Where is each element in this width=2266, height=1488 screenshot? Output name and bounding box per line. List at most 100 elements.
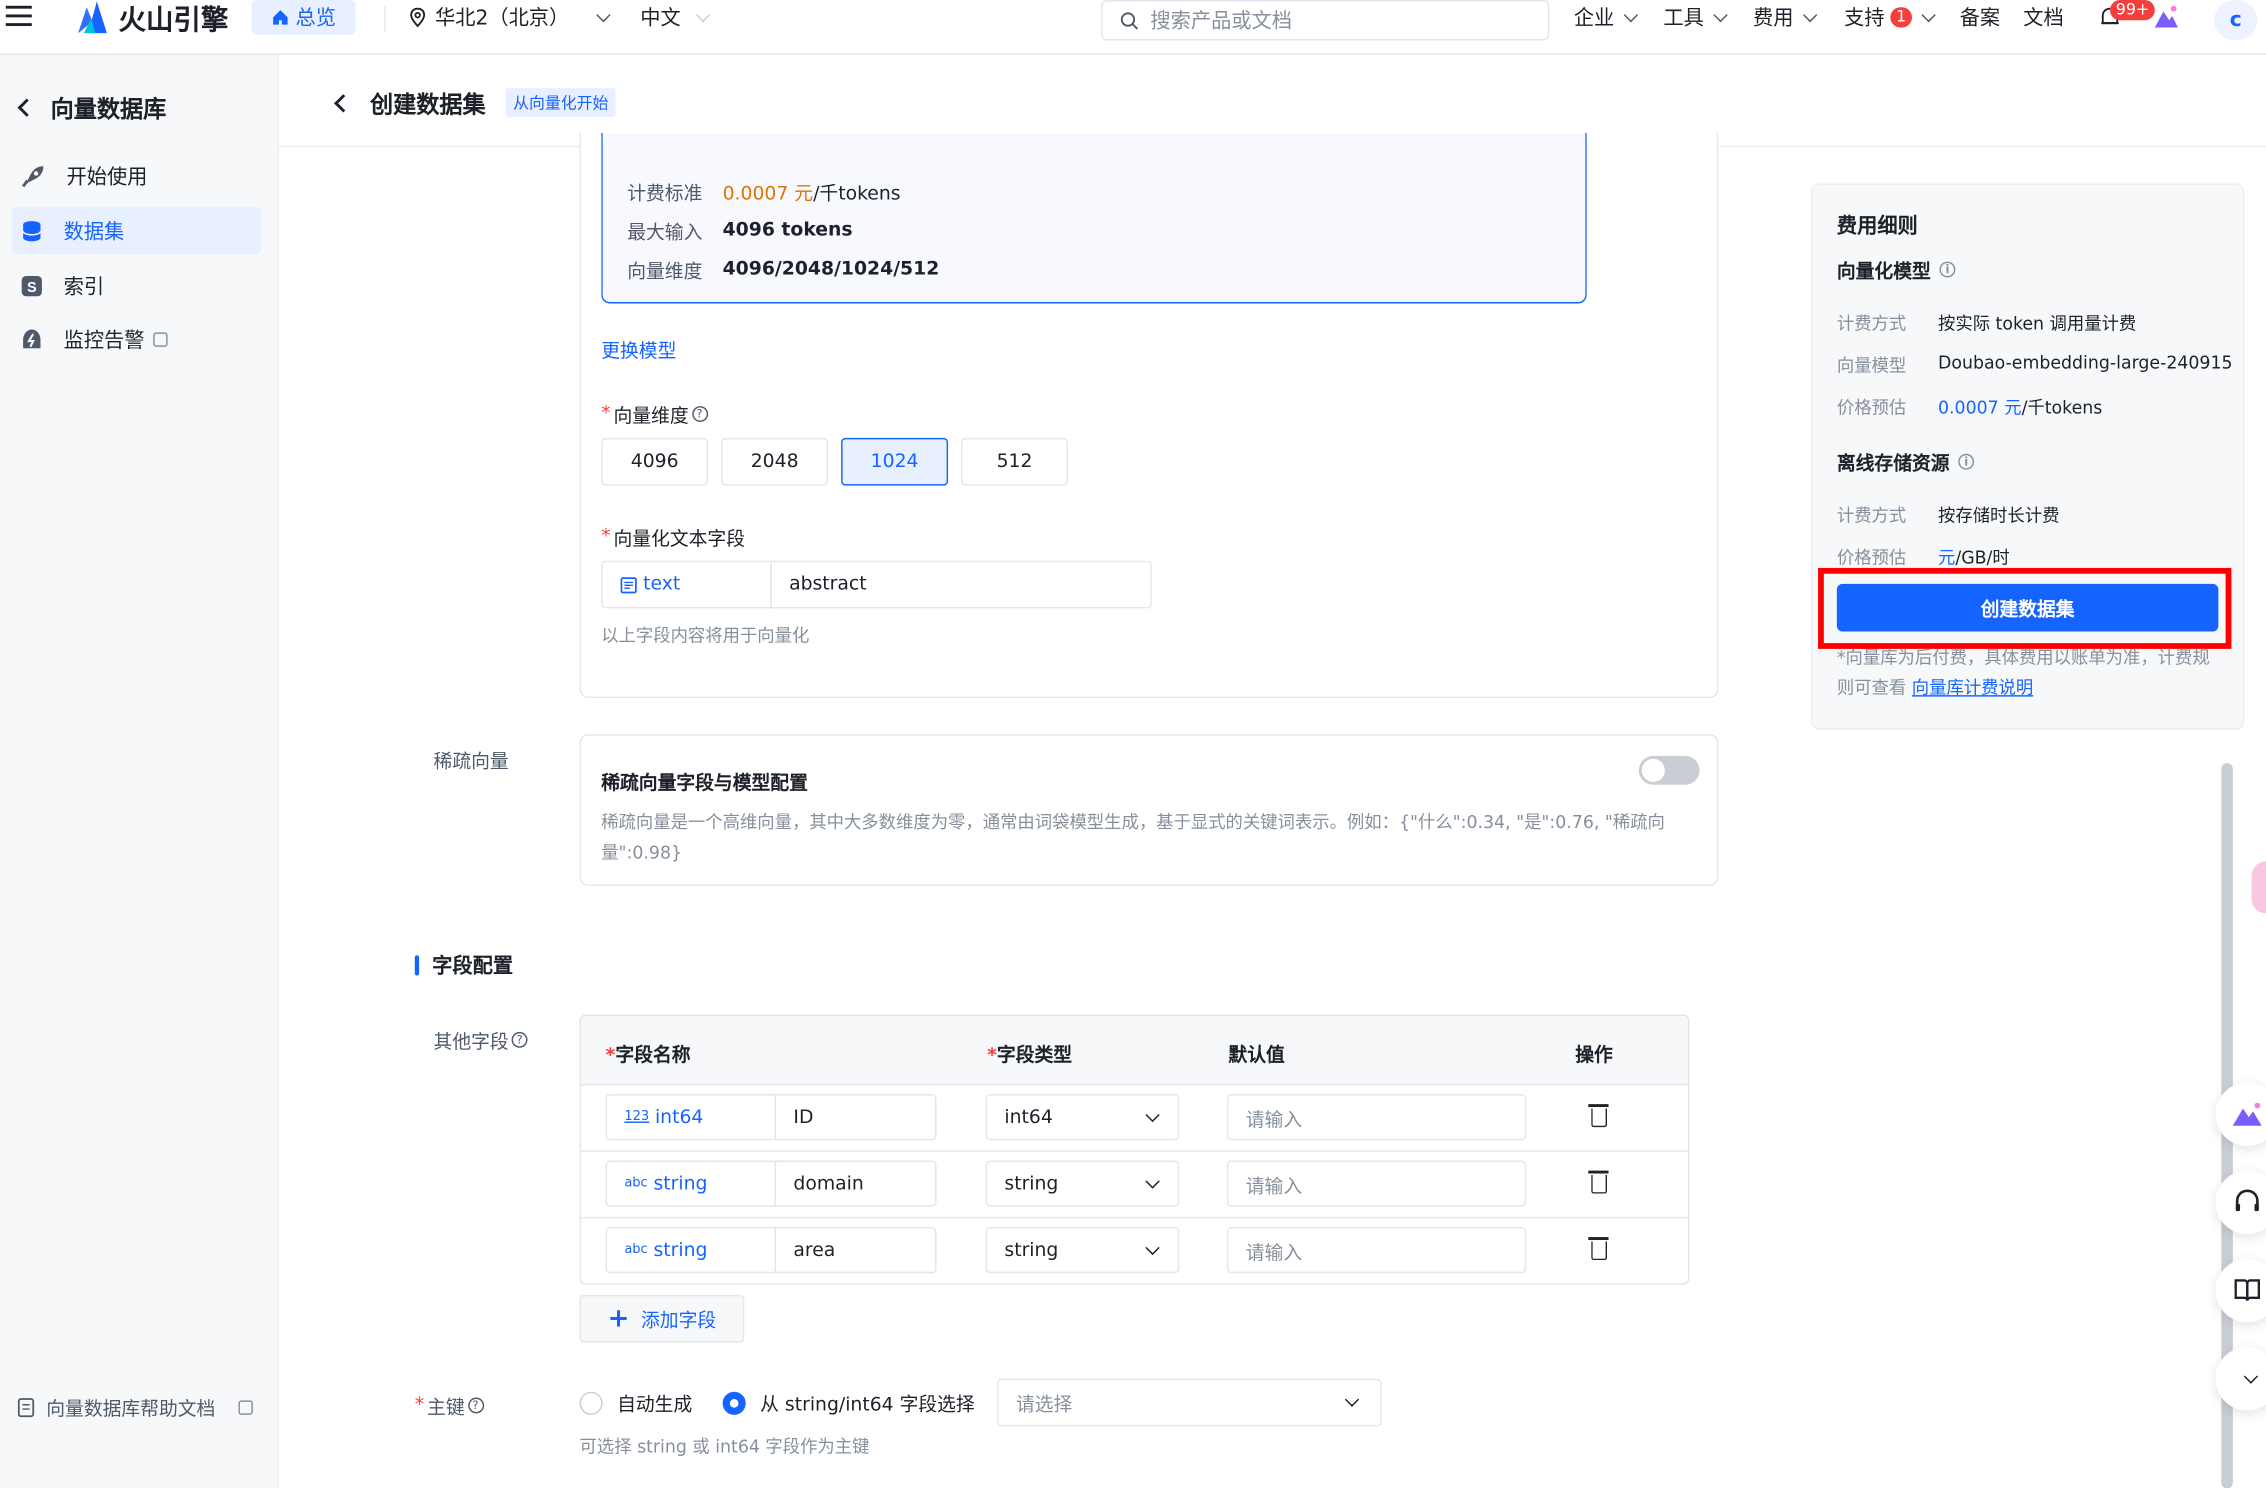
field-type-select[interactable]: string — [985, 1160, 1180, 1207]
fee-row-billing: 计费方式 按实际 token 调用量计费 — [1837, 311, 2136, 336]
search-icon — [1120, 11, 1139, 29]
sidebar: 向量数据库 开始使用 数据集 S 索引 监控告警 向量数据库帮助文档 — [0, 54, 279, 1488]
default-value-input[interactable]: 请输入 — [1226, 1094, 1527, 1141]
menu-icon[interactable] — [5, 5, 32, 29]
pk-select-radio[interactable]: 从 string/int64 字段选择 — [722, 1389, 975, 1416]
avatar[interactable]: c — [2214, 0, 2258, 41]
chevron-down-icon — [1802, 7, 1818, 22]
info-icon[interactable]: i — [1958, 453, 1975, 470]
sidebar-item-dataset[interactable]: 数据集 — [11, 206, 262, 255]
text-type-tag: text — [620, 574, 680, 595]
add-field-button[interactable]: + 添加字段 — [579, 1294, 745, 1343]
radio-auto[interactable] — [579, 1391, 603, 1415]
sidebar-item-index[interactable]: S 索引 — [12, 262, 262, 310]
field-type-select[interactable]: int64 — [985, 1094, 1180, 1141]
sidebar-title[interactable]: 向量数据库 — [17, 90, 167, 125]
nav-filing-label: 备案 — [1959, 7, 2001, 31]
volcano-logo-icon — [78, 1, 107, 34]
fee-note: *向量库为后付费，具体费用以账单为准，计费规则可查看 向量库计费说明 — [1837, 643, 2224, 704]
sidebar-item-monitoring[interactable]: 监控告警 — [12, 315, 262, 363]
nav-enterprise-label: 企业 — [1573, 7, 1615, 31]
nav-enterprise[interactable]: 企业 — [1573, 3, 1639, 32]
pk-auto-radio[interactable]: 自动生成 — [579, 1389, 692, 1416]
change-model-link[interactable]: 更换模型 — [601, 335, 676, 363]
pk-field-select[interactable]: 请选择 — [997, 1378, 1382, 1427]
text-field-label: * 向量化文本字段 — [601, 523, 745, 551]
home-button[interactable]: 总览 — [251, 0, 356, 35]
storage-estimate-unit: /GB/时 — [1955, 547, 2010, 568]
field-type-select[interactable]: string — [985, 1226, 1180, 1274]
col-field-name-label: 字段名称 — [615, 1044, 691, 1067]
help-docs-link[interactable]: 向量数据库帮助文档 — [17, 1393, 253, 1421]
nav-docs-label: 文档 — [2023, 7, 2064, 31]
col-ops: 操作 — [1575, 1044, 1613, 1067]
fee-row-estimate: 价格预估 0.0007 元/千tokens — [1837, 395, 2102, 420]
dim-option-1024[interactable]: 1024 — [841, 437, 949, 486]
radio-select[interactable] — [722, 1391, 746, 1415]
max-input-row: 最大输入 4096 tokens — [627, 217, 853, 245]
nav-support-label: 支持 — [1844, 7, 1885, 31]
sparse-toggle[interactable] — [1638, 755, 1700, 785]
delete-icon[interactable] — [1588, 1237, 1609, 1261]
dim-option-2048[interactable]: 2048 — [721, 437, 829, 486]
floating-tab[interactable] — [2251, 861, 2266, 914]
mountain-sparkle-icon — [2232, 1102, 2262, 1126]
vector-model-title: 向量化模型 — [1836, 261, 1931, 284]
nav-tools[interactable]: 工具 — [1663, 3, 1728, 32]
page-title: 创建数据集 从向量化开始 — [334, 85, 616, 120]
create-dataset-button[interactable]: 创建数据集 — [1836, 583, 2219, 632]
field-type-tag-label: string — [653, 1172, 708, 1195]
headset-icon — [2235, 1189, 2259, 1212]
help-circle-icon[interactable]: ? — [511, 1031, 528, 1048]
alert-icon — [23, 328, 41, 348]
table-row: abc string domain string 请输入 — [581, 1150, 1688, 1216]
fee-estimate-unit: /千tokens — [2021, 397, 2103, 418]
help-docs-label: 向量数据库帮助文档 — [46, 1398, 216, 1421]
max-input-value: 4096 tokens — [722, 219, 853, 242]
nav-support[interactable]: 支持 1 — [1844, 3, 1936, 32]
language-selector[interactable]: 中文 — [640, 3, 711, 32]
default-value-input[interactable]: 请输入 — [1226, 1160, 1527, 1207]
delete-icon[interactable] — [1588, 1170, 1609, 1194]
nav-docs[interactable]: 文档 — [2023, 3, 2063, 32]
string-type-icon: abc — [624, 1176, 648, 1191]
nav-filing[interactable]: 备案 — [1960, 3, 2000, 32]
database-icon — [22, 220, 42, 241]
dims-value: 4096/2048/1024/512 — [722, 258, 940, 281]
chevron-down-icon — [1145, 1173, 1160, 1188]
divider — [384, 5, 386, 32]
field-name-input[interactable]: area — [774, 1226, 937, 1274]
fee-billing-label: 计费方式 — [1836, 313, 1907, 334]
mountain-sparkle-icon — [2154, 5, 2178, 28]
col-field-name: *字段名称 — [605, 1044, 691, 1067]
billing-docs-link[interactable]: 向量库计费说明 — [1912, 678, 2033, 698]
ai-assistant-button[interactable] — [2153, 4, 2179, 36]
delete-icon[interactable] — [1588, 1104, 1609, 1128]
fee-title: 费用细则 — [1836, 215, 1918, 239]
sidebar-item-getting-started[interactable]: 开始使用 — [12, 152, 262, 200]
back-icon — [17, 97, 36, 117]
brand-logo[interactable]: 火山引擎 — [75, 0, 228, 35]
vector-dim-label-text: 向量维度 — [613, 406, 689, 428]
info-icon[interactable]: i — [1939, 261, 1956, 278]
dim-option-4096[interactable]: 4096 — [601, 437, 709, 486]
dim-option-512[interactable]: 512 — [961, 437, 1069, 486]
region-selector[interactable]: 华北2（北京） — [409, 3, 611, 32]
plus-icon: + — [607, 1303, 630, 1334]
chevron-down-icon — [1145, 1240, 1160, 1255]
search-input[interactable]: 搜索产品或文档 — [1101, 0, 1550, 41]
field-config-header: 字段配置 — [414, 951, 513, 980]
fee-estimate-label: 价格预估 — [1836, 397, 1907, 418]
help-circle-icon[interactable]: ? — [691, 406, 708, 422]
sparse-section-label: 稀疏向量 — [433, 751, 509, 774]
field-name-input[interactable]: domain — [774, 1160, 937, 1207]
field-name-input[interactable]: ID — [774, 1094, 937, 1141]
nav-billing[interactable]: 费用 — [1753, 3, 1818, 32]
storage-billing-label: 计费方式 — [1836, 505, 1907, 527]
text-field-input[interactable]: abstract — [770, 560, 1152, 609]
sidebar-title-label: 向量数据库 — [50, 95, 167, 123]
help-circle-icon[interactable]: ? — [467, 1397, 484, 1414]
back-arrow-icon[interactable] — [334, 93, 353, 112]
chevron-down-icon — [1921, 7, 1936, 22]
default-value-input[interactable]: 请输入 — [1226, 1226, 1527, 1274]
